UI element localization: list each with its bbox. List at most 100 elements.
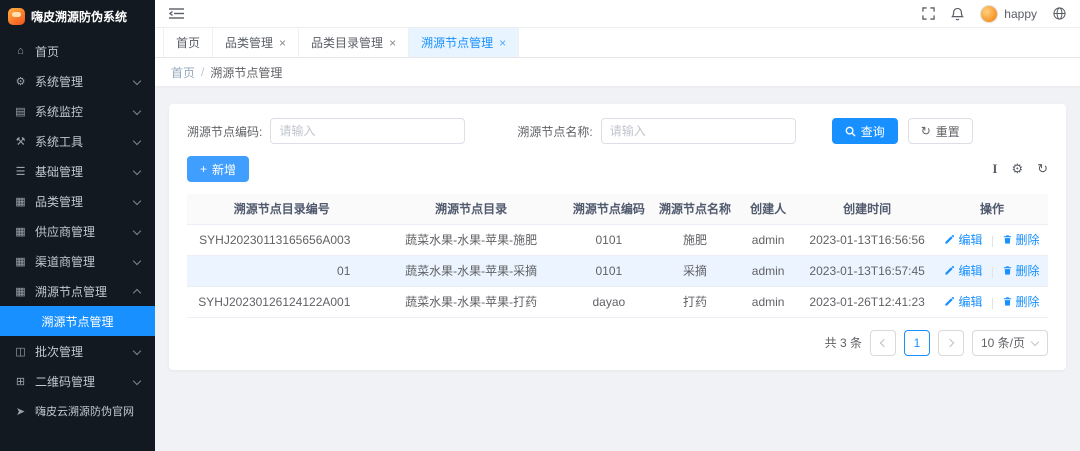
table-row[interactable]: 01 蔬菜水果-水果-苹果-采摘 0101 采摘 admin 2023-01-1… (187, 255, 1048, 287)
chevron-down-icon (132, 77, 141, 86)
trash-icon (1003, 235, 1011, 244)
chevron-down-icon (132, 137, 141, 146)
sidebar-item-label: 二维码管理 (35, 374, 96, 389)
monitor-icon: ▤ (15, 105, 26, 118)
trace-node-code-label: 溯源节点编码: (187, 124, 263, 139)
edit-pencil-icon (945, 265, 955, 275)
close-icon[interactable]: × (389, 37, 396, 49)
trace-node-table: 溯源节点目录编号 溯源节点目录 溯源节点编码 溯源节点名称 创建人 创建时间 操… (187, 194, 1048, 318)
page-size-value: 10 条/页 (980, 336, 1025, 350)
chevron-right-icon (947, 339, 955, 347)
close-icon[interactable]: × (499, 37, 506, 49)
sidebar-item-label: 嗨皮云溯源防伪官网 (35, 406, 134, 418)
tab-label: 品类目录管理 (311, 36, 384, 50)
edit-button[interactable]: 编辑 (944, 231, 983, 248)
sidebar-item-home[interactable]: ⌂ 首页 (0, 36, 155, 66)
sidebar-item-label: 首页 (35, 44, 60, 59)
sidebar-item-label: 渠道商管理 (35, 254, 96, 269)
edit-button[interactable]: 编辑 (944, 293, 983, 310)
sidebar-item-system-tools[interactable]: ⚒ 系统工具 (0, 126, 155, 156)
action-divider (991, 298, 993, 310)
sidebar-item-basic-mgmt[interactable]: ☰ 基础管理 (0, 156, 155, 186)
sidebar-item-system-monitor[interactable]: ▤ 系统监控 (0, 96, 155, 126)
topbar: happy (155, 0, 1080, 28)
chevron-down-icon (132, 167, 141, 176)
search-button[interactable]: 查询 (831, 118, 898, 144)
sidebar-subitem-trace-node-mgmt[interactable]: 溯源节点管理 (0, 306, 155, 336)
page-size-select[interactable]: 10 条/页 (971, 329, 1048, 356)
table-row[interactable]: SYHJ20230113165656A003 蔬菜水果-水果-苹果-施肥 010… (187, 224, 1048, 256)
table-row[interactable]: SYHJ20230126124122A001 蔬菜水果-水果-苹果-打药 day… (187, 286, 1048, 318)
tab-category-mgmt[interactable]: 品类管理 × (213, 28, 300, 57)
chevron-down-icon (132, 197, 141, 206)
col-header-catalog-code: 溯源节点目录编号 (187, 194, 377, 225)
sidebar-item-label: 供应商管理 (35, 224, 96, 239)
user-menu[interactable]: happy (980, 4, 1037, 23)
table-toolbar: + 新增 I ⚙ ↻ (187, 156, 1048, 182)
edit-button[interactable]: 编辑 (944, 262, 983, 279)
sidebar-item-category-mgmt[interactable]: ▦ 品类管理 (0, 186, 155, 216)
trace-node-name-label: 溯源节点名称: (517, 124, 593, 139)
next-page-button[interactable] (937, 329, 964, 356)
breadcrumb-current: 溯源节点管理 (210, 65, 283, 80)
chevron-down-icon (132, 257, 141, 266)
main-area: happy 首页 品类管理 × 品类目录管理 × 溯源节点管理 × 首页 / 溯… (155, 0, 1080, 451)
pagination-total: 共 3 条 (824, 336, 862, 350)
tab-trace-node-mgmt[interactable]: 溯源节点管理 × (409, 28, 520, 57)
sidebar-item-qrcode-mgmt[interactable]: ⊞ 二维码管理 (0, 366, 155, 396)
close-icon[interactable]: × (279, 37, 286, 49)
prev-page-button[interactable] (869, 329, 896, 356)
app-title: 嗨皮溯源防伪系统 (31, 9, 128, 24)
language-globe-icon[interactable] (1053, 7, 1066, 20)
sidebar-item-label: 基础管理 (35, 164, 84, 179)
sidebar-item-system-mgmt[interactable]: ⚙ 系统管理 (0, 66, 155, 96)
chevron-down-icon (132, 227, 141, 236)
sidebar-item-trace-node-mgmt[interactable]: ▦ 溯源节点管理 (0, 276, 155, 306)
breadcrumb-home[interactable]: 首页 (171, 64, 195, 81)
table-header-row: 溯源节点目录编号 溯源节点目录 溯源节点编码 溯源节点名称 创建人 创建时间 操… (187, 194, 1048, 225)
trash-icon (1003, 297, 1011, 306)
breadcrumb: 首页 / 溯源节点管理 (155, 58, 1080, 86)
trace-node-name-input[interactable] (600, 118, 796, 144)
sidebar-item-official-site[interactable]: ➤ 嗨皮云溯源防伪官网 (0, 396, 155, 426)
delete-button[interactable]: 删除 (1002, 231, 1040, 248)
add-button[interactable]: + 新增 (187, 156, 250, 182)
sidebar-item-supplier-mgmt[interactable]: ▦ 供应商管理 (0, 216, 155, 246)
send-icon: ➤ (15, 405, 26, 418)
tab-category-catalog-mgmt[interactable]: 品类目录管理 × (299, 28, 410, 57)
chevron-down-icon (132, 377, 141, 386)
chevron-up-icon (132, 287, 141, 296)
app-logo-row[interactable]: 嗨皮溯源防伪系统 (0, 0, 155, 32)
page-number-button[interactable]: 1 (903, 329, 930, 356)
refresh-table-icon[interactable]: ↻ (1037, 161, 1048, 177)
delete-button[interactable]: 删除 (1002, 262, 1040, 279)
table-size-icon[interactable]: I (992, 161, 997, 177)
action-divider (991, 267, 993, 279)
col-header-actions: 操作 (936, 194, 1048, 225)
sidebar: 嗨皮溯源防伪系统 ⌂ 首页 ⚙ 系统管理 ▤ 系统监控 ⚒ 系统工具 ☰ 基础管… (0, 0, 155, 451)
gear-icon: ⚙ (15, 75, 26, 88)
sidebar-item-channel-mgmt[interactable]: ▦ 渠道商管理 (0, 246, 155, 276)
qrcode-icon: ⊞ (15, 375, 26, 388)
sidebar-item-label: 系统监控 (35, 104, 84, 119)
sidebar-item-batch-mgmt[interactable]: ◫ 批次管理 (0, 336, 155, 366)
sidebar-item-label: 溯源节点管理 (35, 284, 108, 299)
tab-home[interactable]: 首页 (163, 28, 214, 57)
reset-button[interactable]: ↻ 重置 (907, 118, 973, 144)
column-settings-gear-icon[interactable]: ⚙ (1011, 161, 1023, 177)
collapse-sidebar-icon[interactable] (169, 7, 184, 20)
chevron-down-icon (132, 107, 141, 116)
sidebar-item-label: 品类管理 (35, 194, 84, 209)
fullscreen-icon[interactable] (922, 7, 936, 20)
avatar (980, 4, 999, 23)
trace-node-code-input[interactable] (270, 118, 466, 144)
col-header-created-time: 创建时间 (798, 194, 937, 225)
batch-icon: ◫ (15, 345, 26, 358)
trash-icon (1003, 266, 1011, 275)
tools-icon: ⚒ (15, 135, 26, 148)
tabs-bar: 首页 品类管理 × 品类目录管理 × 溯源节点管理 × (155, 28, 1080, 58)
tab-label: 首页 (176, 36, 201, 50)
app-logo-icon (8, 7, 25, 25)
delete-button[interactable]: 删除 (1002, 293, 1040, 310)
notification-bell-icon[interactable] (951, 7, 965, 21)
